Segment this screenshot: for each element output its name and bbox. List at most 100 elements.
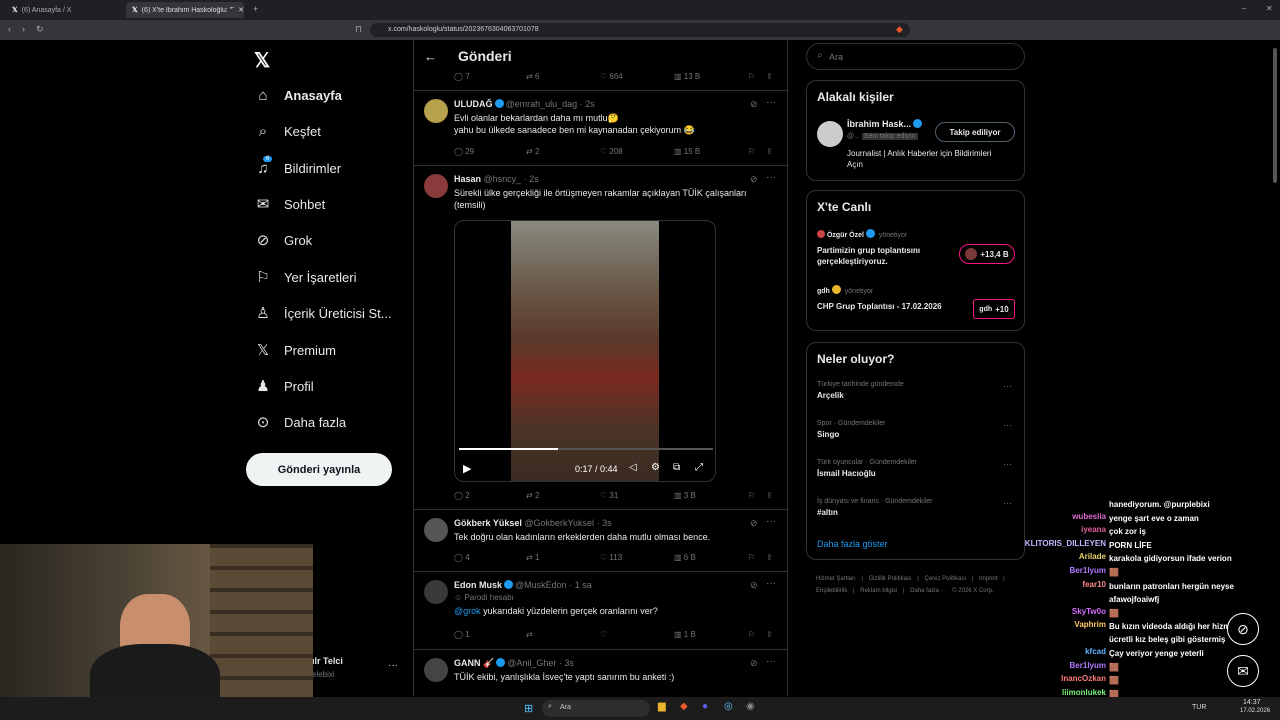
grok-icon[interactable]: ⊘ (750, 174, 758, 185)
volume-icon[interactable]: ◁ (629, 462, 637, 473)
grok-icon[interactable]: ⊘ (750, 518, 758, 529)
account-more-icon[interactable]: ··· (388, 660, 398, 671)
footer-link[interactable]: Hizmet Şartları (816, 576, 857, 582)
reply-button[interactable]: ◯ 1 (454, 630, 470, 639)
scrollbar[interactable] (1273, 48, 1277, 183)
tab-status[interactable]: 𝕏 (6) X'te İbrahim Haskoloğlu: "TÜİ ✕ (126, 2, 244, 18)
settings-icon[interactable]: ⚙ (651, 462, 660, 473)
close-icon[interactable]: ✕ (238, 6, 244, 14)
repost-button[interactable]: ⇄ (526, 630, 533, 639)
clock-date[interactable]: 17.02.2026 (1240, 708, 1270, 714)
bookmark-icon[interactable]: ⚐ (748, 553, 755, 562)
obs-icon[interactable]: ◉ (746, 701, 755, 712)
tweet[interactable]: Hasan @hsncy_ · 2s ⊘ ··· Sürekli ülke ge… (414, 165, 787, 509)
nav-premium[interactable]: 𝕏 Premium (254, 338, 336, 362)
shield-icon[interactable]: ◆ (896, 24, 903, 35)
tweet[interactable]: Edon Musk @MuskEdon · 1 sa ⊘ ··· ☺ Parodi… (414, 571, 787, 649)
views-button[interactable]: ▥ 1 B (674, 630, 696, 639)
live-host[interactable]: Özgür Özel yönetiyor (817, 229, 907, 239)
trend-item[interactable]: Türk oyuncular · Gündemdekiler İsmail Hac… (817, 459, 1017, 478)
pip-icon[interactable]: ⧉ (673, 462, 680, 473)
nav-explore[interactable]: ⌕ Keşfet (254, 119, 321, 143)
repost-button[interactable]: ⇄ 6 (526, 72, 539, 81)
bookmark-icon[interactable]: ⚐ (748, 72, 755, 81)
trend-item[interactable]: Türkiye tarihinde gündemde Arçelik ··· (817, 381, 1017, 400)
nav-notifications[interactable]: ♫ 6 Bildirimler (254, 155, 341, 180)
bookmark-icon[interactable]: ⚐ (748, 147, 755, 156)
discord-icon[interactable]: ● (702, 701, 708, 712)
avatar[interactable] (424, 658, 448, 682)
nav-grok[interactable]: ⊘ Grok (254, 228, 312, 252)
footer-link[interactable]: Imprint (979, 576, 999, 582)
video-player[interactable]: ▶ 0:17 / 0:44 ◁ ⚙ ⧉ ⤢ (454, 220, 716, 482)
reply-button[interactable]: ◯ 4 (454, 553, 470, 562)
repost-button[interactable]: ⇄ 2 (526, 491, 539, 500)
avatar[interactable] (424, 580, 448, 604)
nav-chat[interactable]: ✉ Sohbet (254, 192, 326, 216)
tweet[interactable]: GANN 🎸 @Anil_Gher · 3s ⊘ ··· TÜİK ekibi, … (414, 649, 787, 696)
tweet-author[interactable]: Gökberk Yüksel @GokberkYuksel · 3s (454, 518, 612, 528)
avatar[interactable] (817, 121, 843, 147)
trend-item[interactable]: İş dünyası ve finans · Gündemdekiler #alt… (817, 498, 1017, 517)
show-more-link[interactable]: Daha fazla göster (817, 539, 888, 549)
folder-icon[interactable]: ▆ (658, 701, 666, 712)
forward-icon[interactable]: › (22, 24, 25, 34)
person-name[interactable]: İbrahim Hask... (847, 119, 924, 129)
nav-home[interactable]: ⌂ Anasayfa (254, 83, 341, 107)
repost-button[interactable]: ⇄ 2 (526, 147, 539, 156)
following-button[interactable]: Takip ediliyor (935, 122, 1015, 142)
live-listeners[interactable]: gdh +10 (973, 299, 1015, 319)
grok-icon[interactable]: ⊘ (750, 99, 758, 110)
chat-username[interactable]: KLITORIS_DILLEYEN (1000, 539, 1106, 548)
footer-link[interactable]: Daha fazla ··· (910, 588, 948, 594)
like-button[interactable]: ♡ 664 (600, 72, 623, 81)
footer-link[interactable]: Çerez Politikası (925, 576, 968, 582)
footer-link[interactable]: Erişilebilirlik (816, 588, 849, 594)
steam-icon[interactable]: ◎ (724, 701, 733, 712)
chat-username[interactable]: SkyTw0o (1000, 607, 1106, 616)
views-button[interactable]: ▥ 3 B (674, 491, 696, 500)
messages-float-icon[interactable]: ✉ (1227, 655, 1259, 687)
grok-icon[interactable]: ⊘ (750, 580, 758, 591)
live-listeners[interactable]: +13,4 B (959, 244, 1015, 264)
windows-start-icon[interactable]: ⊞ (524, 702, 533, 715)
chat-username[interactable]: Arilade (1000, 552, 1106, 561)
chat-username[interactable]: fear10 (1000, 580, 1106, 589)
taskbar-search[interactable]: ⌕ Ara (542, 700, 650, 717)
reply-button[interactable]: ◯ 29 (454, 147, 474, 156)
reply-button[interactable]: ◯ 7 (454, 72, 470, 81)
tweet[interactable]: Gökberk Yüksel @GokberkYuksel · 3s ⊘ ···… (414, 509, 787, 571)
reload-icon[interactable]: ↻ (36, 24, 44, 35)
reply-button[interactable]: ◯ 2 (454, 491, 470, 500)
close-window-icon[interactable]: ✕ (1266, 4, 1273, 13)
like-button[interactable]: ♡ (600, 630, 607, 639)
avatar[interactable] (424, 174, 448, 198)
more-icon[interactable]: ··· (1003, 420, 1012, 430)
chat-username[interactable]: wubeslia (1000, 512, 1106, 521)
share-icon[interactable]: ⇪ (766, 553, 773, 562)
more-icon[interactable]: ··· (766, 578, 776, 589)
avatar[interactable] (424, 99, 448, 123)
views-button[interactable]: ▥ 13 B (674, 72, 700, 81)
more-icon[interactable]: ··· (766, 516, 776, 527)
views-button[interactable]: ▥ 15 B (674, 147, 700, 156)
live-title[interactable]: Partimizin grup toplantısını gerçekleşti… (817, 245, 957, 267)
chat-username[interactable]: iyeana (1000, 525, 1106, 534)
tweet-author[interactable]: GANN 🎸 @Anil_Gher · 3s (454, 658, 574, 669)
fullscreen-icon[interactable]: ⤢ (695, 462, 703, 473)
chat-username[interactable]: Ber1lyum (1000, 566, 1106, 575)
bookmark-icon[interactable]: ⚐ (748, 491, 755, 500)
views-button[interactable]: ▥ 6 B (674, 553, 696, 562)
footer-link[interactable]: Gizlilik Politikası (869, 576, 914, 582)
nav-creator-studio[interactable]: ♙ İçerik Üreticisi St... (254, 301, 391, 325)
x-logo-icon[interactable]: 𝕏 (254, 48, 270, 73)
post-button[interactable]: Gönderi yayınla (246, 453, 392, 486)
play-icon[interactable]: ▶ (463, 462, 471, 475)
share-icon[interactable]: ⇪ (766, 491, 773, 500)
tweet-author[interactable]: Hasan @hsncy_ · 2s (454, 174, 539, 184)
chat-username[interactable]: Vaphrim (1000, 620, 1106, 629)
new-tab-icon[interactable]: + (253, 4, 258, 14)
back-icon[interactable]: ‹ (8, 24, 11, 34)
search-input[interactable]: Ara (829, 52, 843, 62)
chat-username[interactable]: InancOzkan (1000, 674, 1106, 683)
